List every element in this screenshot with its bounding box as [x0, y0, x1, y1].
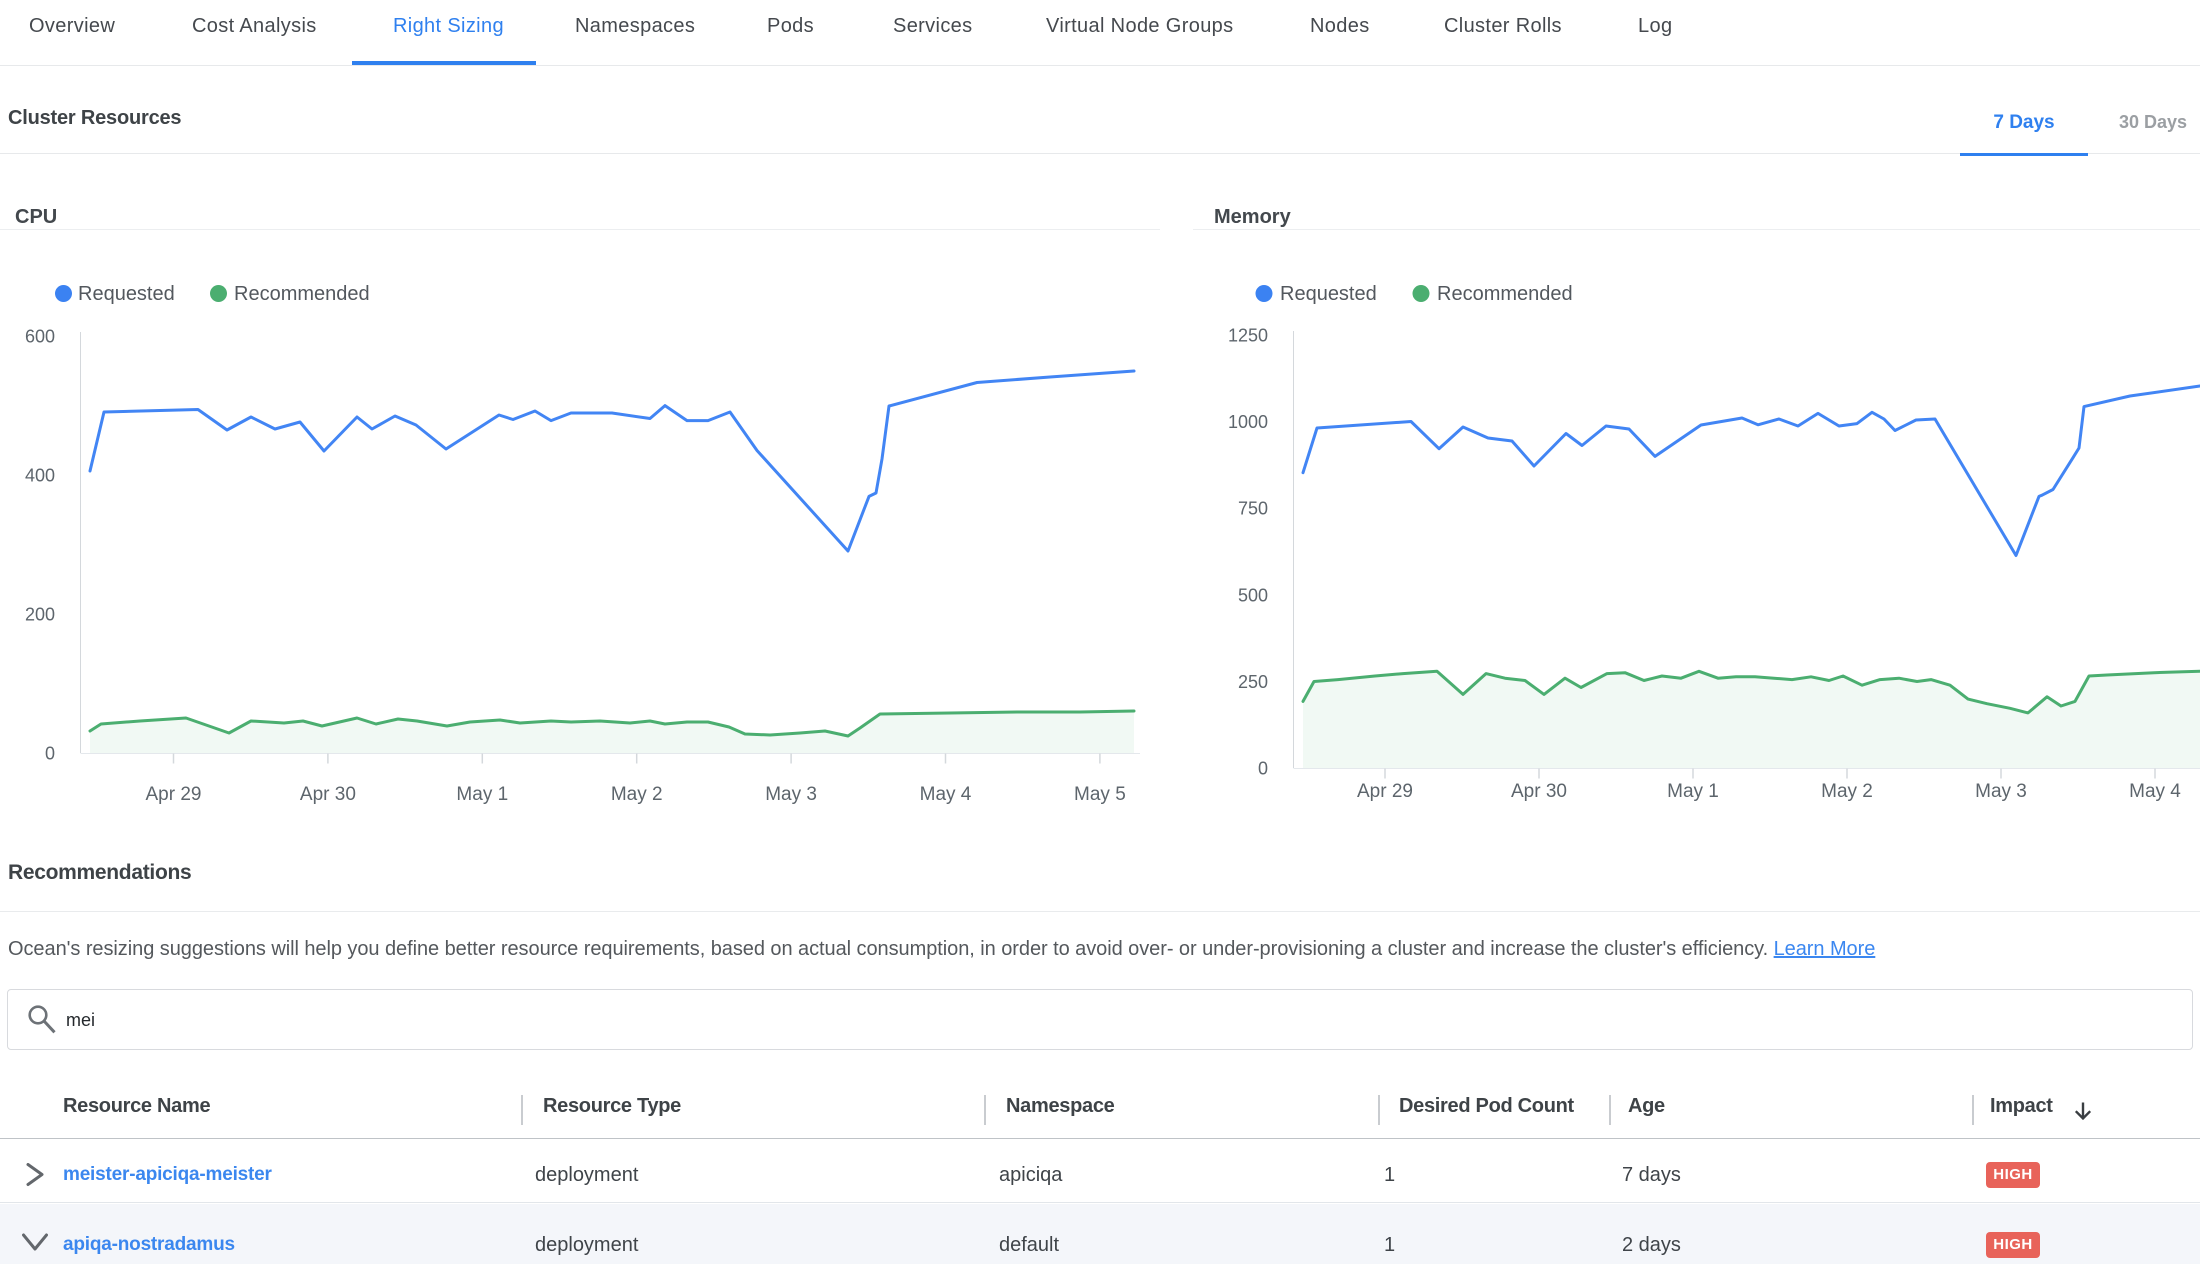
svg-text:May 1: May 1	[456, 784, 508, 805]
svg-text:600: 600	[25, 327, 55, 347]
svg-text:Apr 30: Apr 30	[1511, 781, 1567, 802]
svg-text:May 3: May 3	[1975, 781, 2027, 802]
svg-text:Apr 30: Apr 30	[300, 784, 356, 805]
svg-text:May 5: May 5	[1074, 784, 1126, 805]
svg-text:May 1: May 1	[1667, 781, 1719, 802]
svg-text:Apr 29: Apr 29	[146, 784, 202, 805]
svg-text:Requested: Requested	[1280, 283, 1377, 305]
svg-text:200: 200	[25, 605, 55, 625]
svg-text:Recommended: Recommended	[234, 283, 370, 305]
svg-text:Apr 29: Apr 29	[1357, 781, 1413, 802]
svg-text:0: 0	[45, 744, 55, 764]
svg-text:1000: 1000	[1228, 412, 1268, 432]
svg-text:Requested: Requested	[78, 283, 175, 305]
svg-text:0: 0	[1258, 759, 1268, 779]
svg-text:500: 500	[1238, 585, 1268, 605]
svg-text:750: 750	[1238, 499, 1268, 519]
svg-text:May 2: May 2	[611, 784, 663, 805]
svg-text:Recommended: Recommended	[1437, 283, 1573, 305]
svg-text:May 2: May 2	[1821, 781, 1873, 802]
svg-text:May 4: May 4	[2129, 781, 2181, 802]
svg-text:400: 400	[25, 466, 55, 486]
svg-text:May 4: May 4	[920, 784, 972, 805]
svg-text:1250: 1250	[1228, 326, 1268, 346]
svg-text:May 3: May 3	[765, 784, 817, 805]
svg-text:250: 250	[1238, 672, 1268, 692]
